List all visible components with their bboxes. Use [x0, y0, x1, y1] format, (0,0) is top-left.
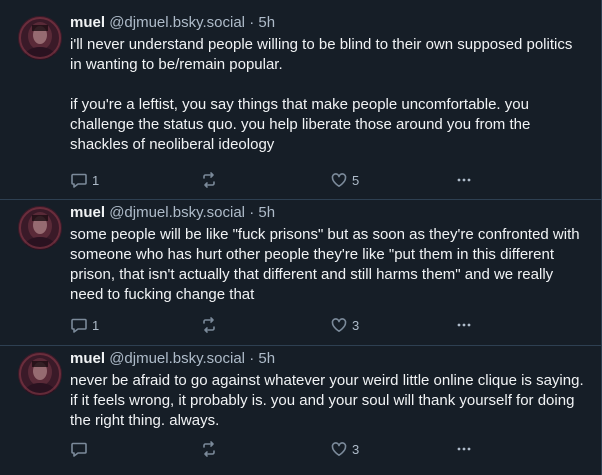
author-name[interactable]: muel	[70, 14, 105, 31]
author-name[interactable]: muel	[70, 204, 105, 221]
more-options-button[interactable]	[455, 170, 473, 190]
reply-count: 1	[92, 317, 100, 333]
post-time[interactable]: 5h	[258, 204, 275, 221]
reply-icon	[70, 171, 88, 189]
post-header: muel @djmuel.bsky.social · 5h	[70, 349, 587, 369]
post-time[interactable]: 5h	[258, 350, 275, 367]
author-handle[interactable]: @djmuel.bsky.social	[109, 350, 245, 367]
repost-button[interactable]	[200, 315, 222, 335]
separator-dot: ·	[249, 350, 255, 367]
like-button[interactable]: 5	[330, 170, 359, 190]
post-content: muel @djmuel.bsky.social · 5h i'll never…	[70, 13, 587, 155]
post-text: i'll never understand people willing to …	[70, 36, 573, 153]
repost-icon	[200, 171, 218, 189]
more-options-icon	[455, 440, 473, 458]
heart-icon	[330, 316, 348, 334]
post-text: some people will be like "fuck prisons" …	[70, 226, 584, 303]
post-header: muel @djmuel.bsky.social · 5h	[70, 13, 587, 33]
reply-icon	[70, 316, 88, 334]
like-count: 3	[352, 441, 360, 457]
post-actions: 3	[70, 439, 490, 459]
repost-button[interactable]	[200, 170, 222, 190]
avatar[interactable]	[18, 206, 62, 250]
like-button[interactable]: 3	[330, 439, 359, 459]
repost-icon	[200, 316, 218, 334]
post-actions: 1 5	[70, 170, 490, 190]
post-header: muel @djmuel.bsky.social · 5h	[70, 203, 587, 223]
post-content: muel @djmuel.bsky.social · 5h never be a…	[70, 349, 587, 431]
reply-button[interactable]: 1	[70, 315, 99, 335]
post[interactable]: muel @djmuel.bsky.social · 5h never be a…	[0, 346, 601, 475]
separator-dot: ·	[249, 14, 255, 31]
separator-dot: ·	[249, 204, 255, 221]
reply-button[interactable]	[70, 439, 92, 459]
author-handle[interactable]: @djmuel.bsky.social	[109, 14, 245, 31]
reply-button[interactable]: 1	[70, 170, 99, 190]
like-button[interactable]: 3	[330, 315, 359, 335]
more-options-button[interactable]	[455, 315, 473, 335]
more-options-icon	[455, 316, 473, 334]
post-feed: muel @djmuel.bsky.social · 5h i'll never…	[0, 0, 602, 475]
more-options-button[interactable]	[455, 439, 473, 459]
avatar[interactable]	[18, 16, 62, 60]
post[interactable]: muel @djmuel.bsky.social · 5h some peopl…	[0, 200, 601, 346]
author-handle[interactable]: @djmuel.bsky.social	[109, 204, 245, 221]
like-count: 3	[352, 317, 360, 333]
like-count: 5	[352, 172, 360, 188]
post-time[interactable]: 5h	[258, 14, 275, 31]
more-options-icon	[455, 171, 473, 189]
reply-count: 1	[92, 172, 100, 188]
post-actions: 1 3	[70, 315, 490, 335]
repost-button[interactable]	[200, 439, 222, 459]
avatar[interactable]	[18, 352, 62, 396]
heart-icon	[330, 171, 348, 189]
reply-icon	[70, 440, 88, 458]
heart-icon	[330, 440, 348, 458]
author-name[interactable]: muel	[70, 350, 105, 367]
post[interactable]: muel @djmuel.bsky.social · 5h i'll never…	[0, 0, 601, 200]
post-text: never be afraid to go against whatever y…	[70, 372, 588, 429]
repost-icon	[200, 440, 218, 458]
post-content: muel @djmuel.bsky.social · 5h some peopl…	[70, 203, 587, 305]
